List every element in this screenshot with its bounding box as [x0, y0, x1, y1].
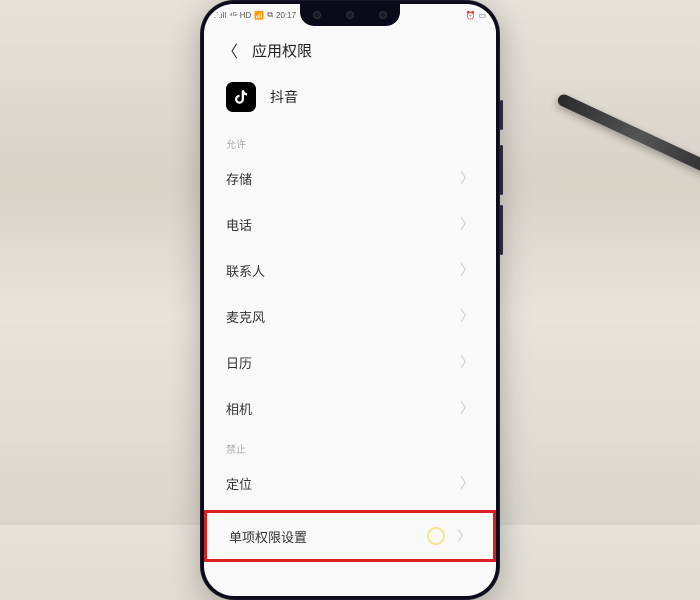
front-camera	[313, 11, 321, 19]
wifi-icon: 📶	[254, 11, 264, 20]
chevron-right-icon: 〉	[460, 473, 474, 493]
perm-contacts[interactable]: 联系人 〉	[204, 247, 496, 293]
perm-phone[interactable]: 电话 〉	[204, 201, 496, 247]
chevron-right-icon: 〉	[460, 214, 474, 234]
perm-label: 日历	[226, 353, 252, 372]
desk-pen	[556, 93, 700, 180]
perm-label: 联系人	[226, 261, 265, 280]
chevron-right-icon: 〉	[460, 352, 474, 372]
app-name: 抖音	[270, 87, 298, 107]
perm-storage[interactable]: 存储 〉	[204, 155, 496, 201]
single-perm-settings[interactable]: 单项权限设置 〉	[207, 513, 493, 559]
perm-label: 定位	[226, 474, 252, 493]
speaker-grill	[346, 11, 354, 19]
power-button	[500, 100, 503, 130]
front-camera-2	[379, 11, 387, 19]
tap-indicator-icon	[427, 527, 445, 545]
deny-section-label: 禁止	[204, 431, 496, 460]
perm-label: 麦克风	[226, 307, 265, 326]
signal-icon: ⸫ıll	[214, 10, 226, 21]
chevron-right-icon: 〉	[460, 398, 474, 418]
page-title: 应用权限	[252, 40, 312, 61]
page-header: 〈 应用权限	[204, 26, 496, 74]
perm-label: 单项权限设置	[229, 527, 307, 546]
phone-frame: ⸫ıll ⁴ᴳ HD 📶 ⧉ 20:17 ⏰ ▭ 〈 应用权限 抖音 允许	[200, 0, 500, 600]
allow-section-label: 允许	[204, 126, 496, 155]
bt-icon: ⧉	[267, 10, 273, 20]
status-time: 20:17	[276, 11, 296, 20]
chevron-right-icon: 〉	[460, 260, 474, 280]
app-info-row[interactable]: 抖音	[204, 74, 496, 126]
phone-screen: ⸫ıll ⁴ᴳ HD 📶 ⧉ 20:17 ⏰ ▭ 〈 应用权限 抖音 允许	[204, 4, 496, 596]
perm-location[interactable]: 定位 〉	[204, 460, 496, 506]
alarm-icon: ⏰	[465, 11, 475, 20]
perm-label: 电话	[226, 215, 252, 234]
perm-calendar[interactable]: 日历 〉	[204, 339, 496, 385]
display-notch	[300, 4, 400, 26]
vol-up-button	[500, 145, 503, 195]
douyin-icon	[226, 82, 256, 112]
hd-icon: HD	[240, 11, 252, 20]
highlighted-row: 单项权限设置 〉	[204, 510, 496, 562]
chevron-right-icon: 〉	[460, 168, 474, 188]
chevron-right-icon: 〉	[457, 526, 471, 546]
vol-down-button	[500, 205, 503, 255]
perm-label: 相机	[226, 399, 252, 418]
network-type: ⁴ᴳ	[229, 11, 236, 20]
back-icon[interactable]: 〈	[222, 38, 238, 62]
perm-microphone[interactable]: 麦克风 〉	[204, 293, 496, 339]
battery-icon: ▭	[478, 11, 486, 20]
chevron-right-icon: 〉	[460, 306, 474, 326]
perm-label: 存储	[226, 169, 252, 188]
perm-camera[interactable]: 相机 〉	[204, 385, 496, 431]
